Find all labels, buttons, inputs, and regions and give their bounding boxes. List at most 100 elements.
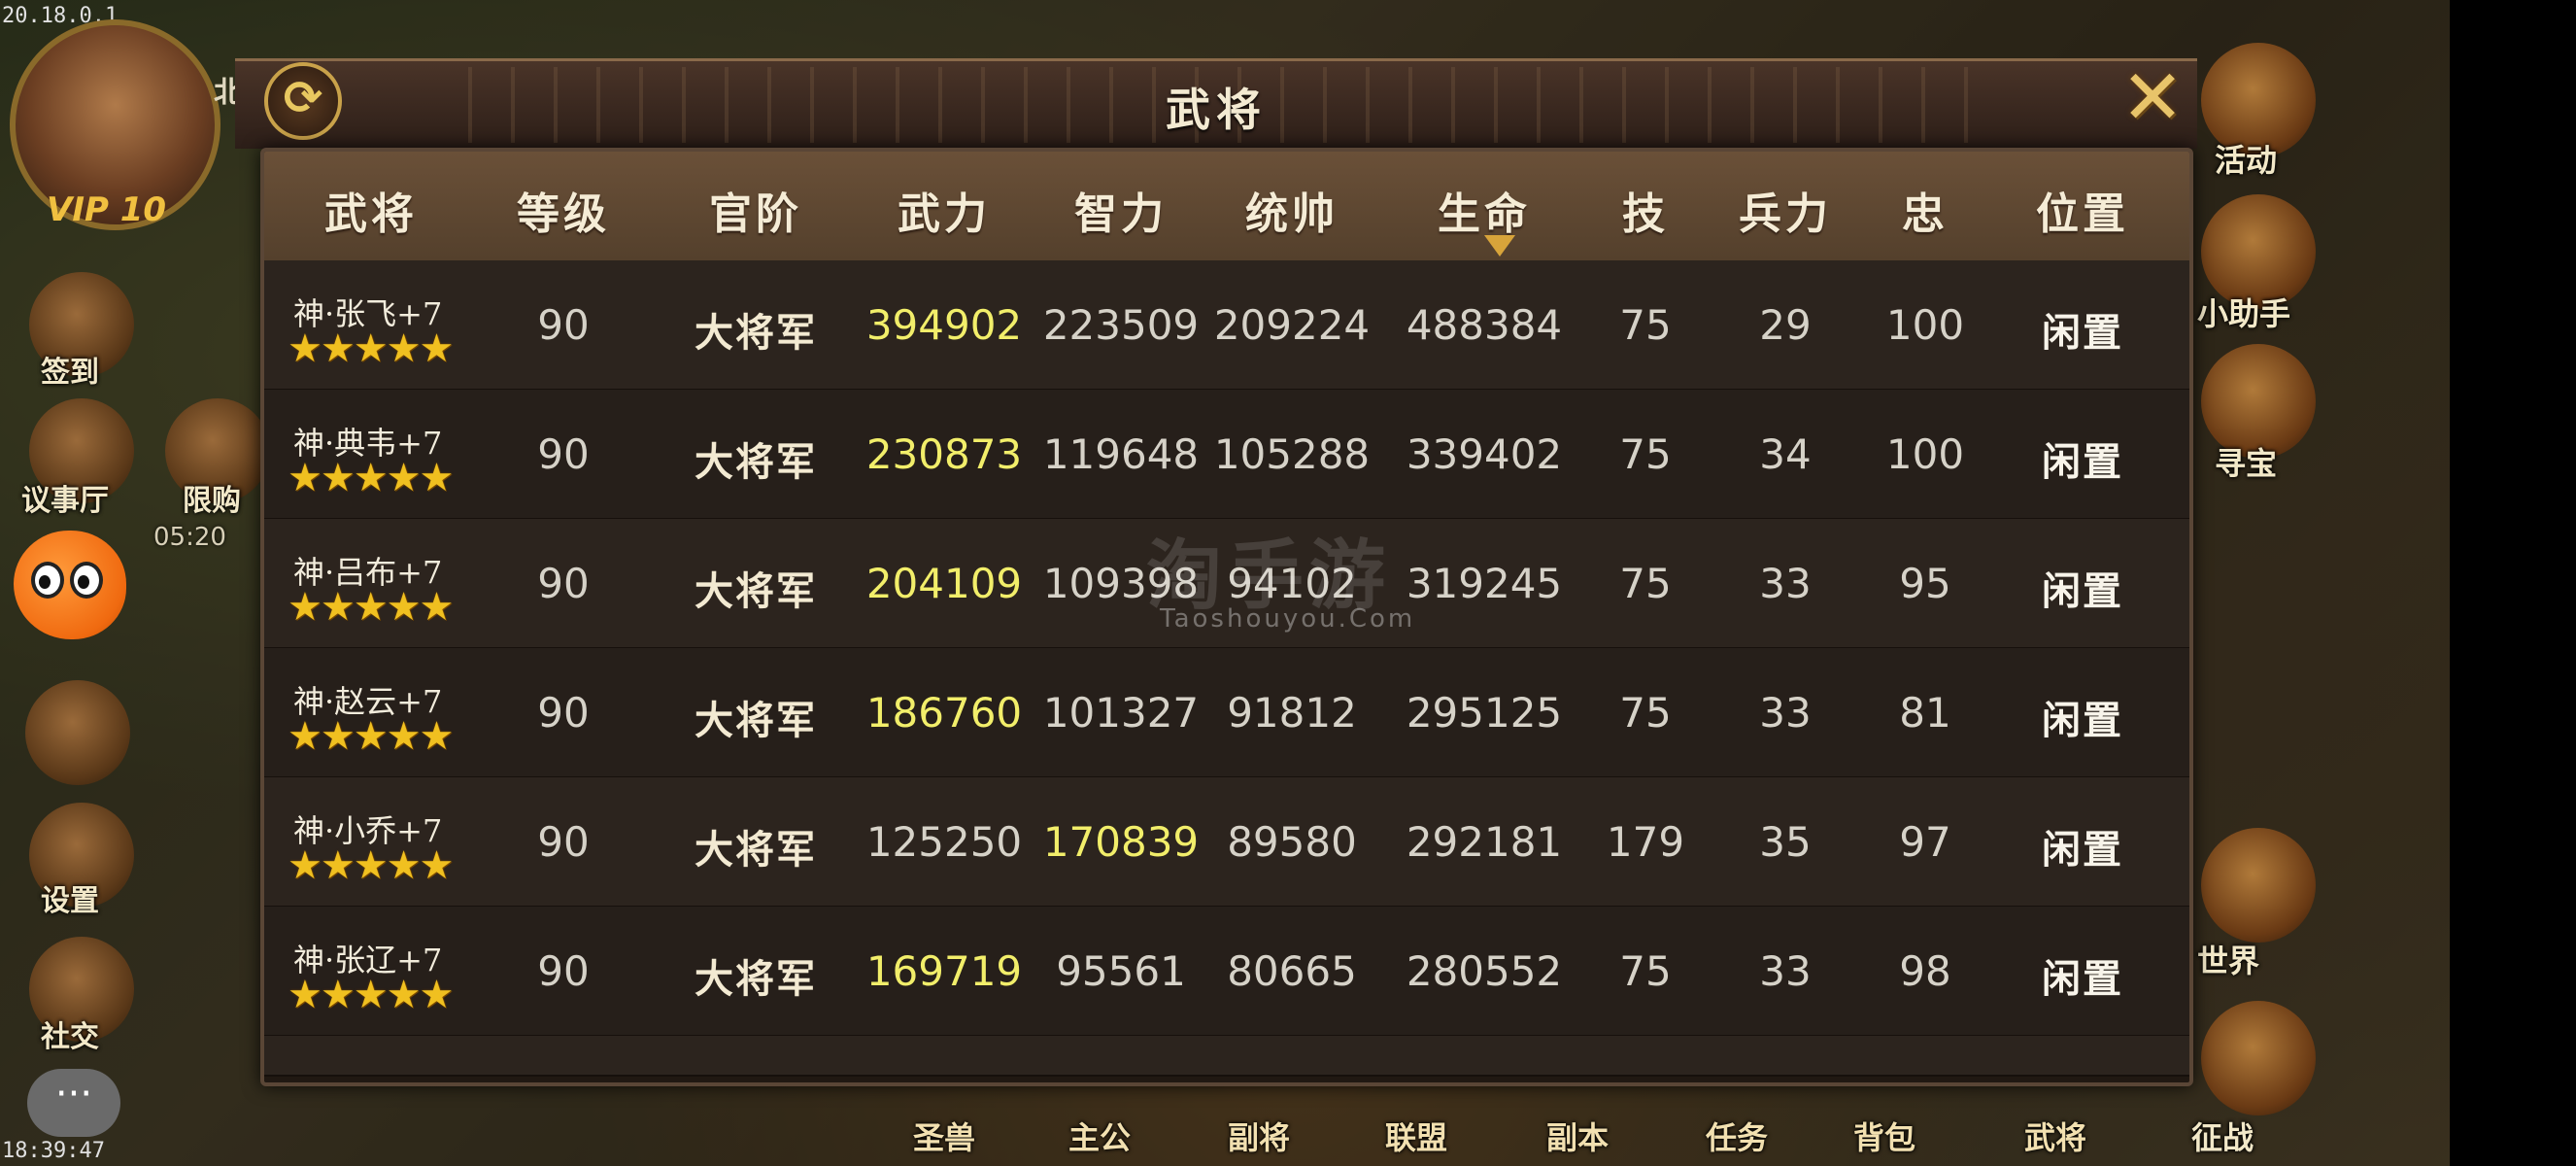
cell-intellect: 223509 <box>1042 301 1200 349</box>
screen-edge <box>2450 0 2576 1166</box>
clock: 18:39:47 <box>2 1139 105 1163</box>
cell-intellect: 101327 <box>1042 689 1200 737</box>
watermark-url: Taoshouyou.Com <box>1160 604 1416 634</box>
campaign-label: 征战 <box>2191 1119 2254 1156</box>
col-position[interactable]: 位置 <box>2036 179 2129 241</box>
table-row[interactable]: 神·张辽+7 ★★★★★ 90 大将军 169719 95561 80665 280552 75… <box>264 907 2189 1037</box>
nav-generals[interactable]: 武将 <box>2024 1114 2086 1158</box>
cell-level: 90 <box>537 947 590 995</box>
nav-sacred-beast[interactable]: 圣兽 <box>913 1114 975 1158</box>
cell-command: 209224 <box>1213 301 1371 349</box>
cell-loyalty: 100 <box>1885 301 1965 349</box>
table-row[interactable]: 神·小乔+7 ★★★★★ 90 大将军 125250 170839 89580 292181 1… <box>264 777 2189 908</box>
cell-force: 169719 <box>865 947 1023 995</box>
cell-level: 90 <box>537 560 590 607</box>
activity-label: 活动 <box>2215 142 2278 179</box>
nav-alliance[interactable]: 联盟 <box>1385 1114 1447 1158</box>
cell-force: 125250 <box>865 818 1023 866</box>
cell-force: 186760 <box>865 689 1023 737</box>
cell-skill: 75 <box>1619 430 1672 478</box>
close-icon[interactable]: ✕ <box>2116 60 2189 138</box>
table-row-partial <box>264 1036 2189 1077</box>
cell-skill: 75 <box>1619 301 1672 349</box>
council-hall-label: 议事厅 <box>21 484 109 518</box>
cell-skill: 75 <box>1619 947 1672 995</box>
cell-troops: 35 <box>1759 818 1812 866</box>
treasure-hunt-label: 寻宝 <box>2215 445 2278 482</box>
dialog-title: 武将 <box>1166 84 1267 136</box>
cell-level: 90 <box>537 301 590 349</box>
helper-label: 小助手 <box>2197 295 2291 332</box>
settings-label: 设置 <box>41 884 99 918</box>
cell-troops: 29 <box>1759 301 1812 349</box>
col-life[interactable]: 生命 <box>1438 179 1531 241</box>
cell-troops: 34 <box>1759 430 1812 478</box>
cell-rank: 大将军 <box>695 568 817 614</box>
table-row[interactable]: 神·赵云+7 ★★★★★ 90 大将军 186760 101327 91812 295125 7… <box>264 648 2189 778</box>
checkin-label: 签到 <box>41 356 99 390</box>
world-dragon-icon[interactable] <box>2201 828 2316 943</box>
col-intellect[interactable]: 智力 <box>1074 179 1168 241</box>
cell-troops: 33 <box>1759 689 1812 737</box>
table-row[interactable]: 神·张飞+7 ★★★★★ 90 大将军 394902 223509 209224 488384… <box>264 260 2189 391</box>
nav-deputy[interactable]: 副将 <box>1228 1114 1290 1158</box>
cell-rank: 大将军 <box>695 827 817 873</box>
cell-life: 319245 <box>1406 560 1563 607</box>
col-general[interactable]: 武将 <box>324 179 418 241</box>
cell-level: 90 <box>537 430 590 478</box>
star-rating-icon: ★★★★★ <box>288 843 454 888</box>
col-command[interactable]: 统帅 <box>1245 179 1339 241</box>
cell-position[interactable]: 闲置 <box>2042 301 2123 358</box>
world-label: 世界 <box>2197 943 2260 979</box>
cell-level: 90 <box>537 818 590 866</box>
vip-badge: VIP 10 <box>47 190 167 229</box>
col-force[interactable]: 武力 <box>898 179 991 241</box>
nav-quest[interactable]: 任务 <box>1706 1114 1768 1158</box>
star-rating-icon: ★★★★★ <box>288 714 454 759</box>
nav-lord[interactable]: 主公 <box>1068 1114 1131 1158</box>
cell-rank: 大将军 <box>695 310 817 356</box>
cell-position[interactable]: 闲置 <box>2042 689 2123 745</box>
cell-loyalty: 100 <box>1885 430 1965 478</box>
cell-loyalty: 97 <box>1899 818 1951 866</box>
cell-force: 204109 <box>865 560 1023 607</box>
cell-life: 488384 <box>1406 301 1563 349</box>
col-troops[interactable]: 兵力 <box>1739 179 1832 241</box>
col-rank[interactable]: 官阶 <box>709 179 802 241</box>
nav-bag[interactable]: 背包 <box>1853 1114 1915 1158</box>
cell-life: 339402 <box>1406 430 1563 478</box>
col-skill[interactable]: 技 <box>1622 179 1669 241</box>
cell-position[interactable]: 闲置 <box>2042 560 2123 616</box>
star-rating-icon: ★★★★★ <box>288 973 454 1017</box>
cell-command: 89580 <box>1227 818 1357 866</box>
cell-loyalty: 98 <box>1899 947 1951 995</box>
table-row[interactable]: 神·典韦+7 ★★★★★ 90 大将军 230873 119648 105288 339402… <box>264 390 2189 520</box>
cell-position[interactable]: 闲置 <box>2042 947 2123 1004</box>
chat-more-icon[interactable]: ··· <box>27 1069 120 1137</box>
mail-icon[interactable] <box>25 680 130 785</box>
cell-rank: 大将军 <box>695 956 817 1002</box>
cell-level: 90 <box>537 689 590 737</box>
cell-skill: 75 <box>1619 689 1672 737</box>
assistant-mascot-icon[interactable] <box>14 531 126 639</box>
cell-loyalty: 81 <box>1899 689 1951 737</box>
cell-life: 295125 <box>1406 689 1563 737</box>
table-header: 武将 等级 官阶 武力 智力 统帅 生命 技 兵力 忠 位置 <box>264 152 2189 260</box>
cell-position[interactable]: 闲置 <box>2042 430 2123 487</box>
sort-desc-icon <box>1484 235 1515 257</box>
star-rating-icon: ★★★★★ <box>288 585 454 630</box>
cell-troops: 33 <box>1759 947 1812 995</box>
col-level[interactable]: 等级 <box>517 179 610 241</box>
col-loyalty[interactable]: 忠 <box>1902 179 1949 241</box>
nav-dungeon[interactable]: 副本 <box>1546 1114 1609 1158</box>
cell-force: 230873 <box>865 430 1023 478</box>
cell-rank: 大将军 <box>695 698 817 743</box>
refresh-icon[interactable]: ⟳ <box>264 62 342 140</box>
limited-buy-label: 限购 <box>183 484 241 518</box>
cell-command: 105288 <box>1213 430 1371 478</box>
cell-intellect: 95561 <box>1056 947 1186 995</box>
cell-position[interactable]: 闲置 <box>2042 818 2123 874</box>
star-rating-icon: ★★★★★ <box>288 326 454 371</box>
campaign-dragon-icon[interactable] <box>2201 1001 2316 1115</box>
limited-timer: 05:20 <box>153 523 226 552</box>
